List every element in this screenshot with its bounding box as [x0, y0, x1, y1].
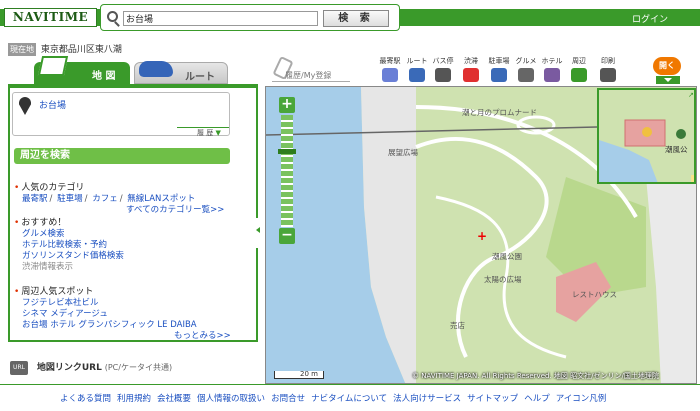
triangle-down-icon: ▼ [215, 129, 221, 137]
more-spots-link[interactable]: もっとみる>> [174, 329, 231, 341]
open-button[interactable]: 開く [653, 57, 681, 75]
search-icon [107, 11, 118, 22]
footer-link[interactable]: ヘルプ [524, 394, 550, 404]
tab-route-label: ルート [185, 72, 215, 83]
url-icon: URL [10, 360, 28, 375]
map-icon [37, 56, 69, 76]
current-location: 現在地 東京都品川区東八潮 [8, 42, 122, 56]
tab-route[interactable]: ルート [134, 61, 228, 84]
tool-hotel[interactable]: ホテル [540, 56, 564, 86]
scale-label: 20 m [300, 370, 318, 378]
map-link-url-sub: (PC/ケータイ共通) [104, 363, 173, 372]
tool-station[interactable]: 最寄駅 [378, 56, 402, 86]
poi-box: お台場 履 歴 ▼ [12, 92, 230, 137]
tool-label: 印刷 [601, 57, 615, 65]
poi-name[interactable]: お台場 [39, 98, 66, 111]
navitime-logo[interactable]: NAVITIME [4, 8, 97, 27]
map-label: 潮風公園 [492, 252, 522, 261]
zoom-out-button[interactable]: − [279, 228, 295, 244]
all-categories-link[interactable]: すべてのカテゴリー覧>> [126, 203, 224, 215]
crosshair-icon: + [477, 229, 488, 243]
search-box: 検 索 [100, 4, 400, 31]
tool-label: 周辺 [572, 57, 586, 65]
map-link-url-label: 地図リンクURL [36, 363, 102, 373]
link-station[interactable]: 最寄駅 [22, 194, 48, 204]
footer-link[interactable]: 法人向けサービス [393, 394, 461, 404]
traffic-icon [463, 68, 479, 82]
car-icon [409, 68, 425, 82]
top-header: NAVITIME 検 索 ログイン [0, 0, 700, 34]
car-icon [139, 61, 173, 77]
tool-gourmet[interactable]: グルメ [514, 56, 538, 86]
gourmet-icon [518, 68, 534, 82]
parking-icon [491, 68, 507, 82]
tool-car[interactable]: ルート [405, 56, 429, 86]
map-label: 売店 [450, 321, 465, 330]
tool-print[interactable]: 印刷 [596, 56, 620, 86]
map-label: レストハウス [572, 290, 617, 299]
footer-links: よくある質問 利用規約 会社概要 個人情報の取扱い お問合せ ナビタイムについて 法人向けサ… [60, 392, 700, 404]
nearby-icon [571, 68, 587, 82]
panel-collapse-handle[interactable] [252, 218, 260, 248]
tool-nearby[interactable]: 周辺 [567, 56, 591, 86]
link-spot-hotel[interactable]: お台場 ホテル グランパシフィック LE DAIBA [22, 318, 197, 330]
map-view[interactable]: 潮と月のプロムナード 展望広場 潮風公園 太陽の広場 レストハウス 売店 + −… [265, 86, 697, 384]
map-label: 潮と月のプロムナード [462, 108, 537, 117]
hotel-icon [544, 68, 560, 82]
bus-stop-icon [435, 68, 451, 82]
tool-traffic[interactable]: 渋滞 [459, 56, 483, 86]
station-icon [382, 68, 398, 82]
overview-map[interactable]: ↗ 潮風公 [597, 88, 696, 184]
map-label: 太陽の広場 [484, 275, 522, 284]
search-input[interactable] [123, 11, 318, 26]
search-button[interactable]: 検 索 [323, 10, 389, 27]
zoom-slider[interactable] [281, 115, 293, 227]
overview-canvas [599, 90, 694, 182]
expand-icon[interactable]: ↗ [688, 91, 694, 99]
tab-history[interactable]: 履歴/My登録 [272, 55, 350, 82]
link-parking[interactable]: 駐車場 [57, 194, 83, 204]
divider [0, 384, 700, 385]
history-dropdown-label: 履 歴 [197, 129, 214, 137]
zoom-in-button[interactable]: + [279, 97, 295, 113]
history-dropdown[interactable]: 履 歴 ▼ [177, 127, 229, 137]
tab-map-label: 地 図 [92, 71, 116, 82]
footer-link[interactable]: ナビタイムについて [311, 394, 387, 404]
tool-bus-stop[interactable]: バス停 [431, 56, 455, 86]
current-location-badge: 現在地 [8, 43, 36, 56]
nearby-search-header: 周辺を検索 [14, 148, 230, 164]
left-panel: お台場 履 歴 ▼ 周辺を検索 人気のカテゴリ 最寄駅/ 駐車場/ カフェ/ 無… [8, 86, 260, 342]
footer-link[interactable]: サイトマップ [467, 394, 518, 404]
login-link[interactable]: ログイン [632, 12, 668, 25]
map-link-url[interactable]: URL 地図リンクURL (PC/ケータイ共通) [10, 360, 172, 375]
map-copyright: © NAVITIME JAPAN. All Rights Reserved. 地… [412, 372, 659, 380]
footer-link[interactable]: お問合せ [271, 394, 305, 404]
footer-link[interactable]: アイコン凡例 [556, 394, 607, 404]
pin-icon [19, 97, 31, 115]
link-traffic-info[interactable]: 渋滞情報表示 [22, 260, 73, 272]
footer-link[interactable]: 利用規約 [117, 394, 151, 404]
zoom-slider-knob[interactable] [278, 148, 296, 154]
print-icon [600, 68, 616, 82]
chevron-down-icon[interactable] [656, 76, 680, 84]
tab-history-label: 履歴/My登録 [285, 71, 332, 80]
current-location-name: 東京都品川区東八潮 [40, 45, 122, 55]
tool-parking[interactable]: 駐車場 [487, 56, 511, 86]
footer-link[interactable]: 会社概要 [157, 394, 191, 404]
link-cafe[interactable]: カフェ [92, 194, 118, 204]
footer-link[interactable]: よくある質問 [60, 394, 111, 404]
map-label: 潮風公 [665, 145, 688, 154]
footer-link[interactable]: 個人情報の取扱い [197, 394, 265, 404]
map-label: 展望広場 [388, 148, 418, 157]
tab-map[interactable]: 地 図 [34, 56, 130, 84]
